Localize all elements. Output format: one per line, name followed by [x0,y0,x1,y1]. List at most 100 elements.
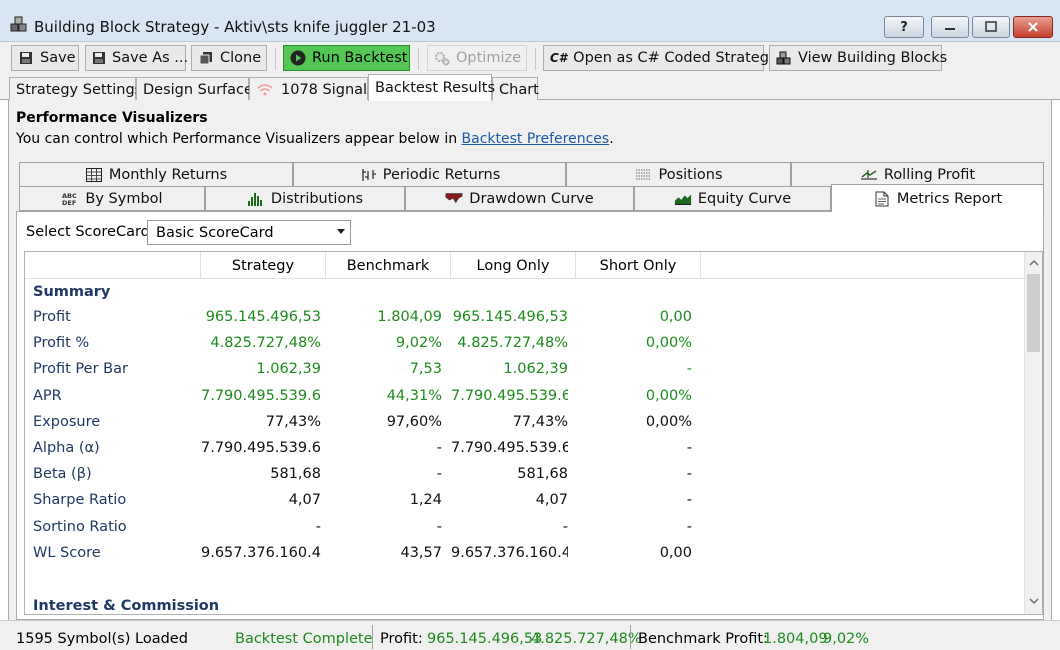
table-row[interactable]: Beta (β) 581,68 - 581,68 - [25,462,1025,488]
tab-positions[interactable]: Positions [566,162,791,187]
clone-label: Clone [220,50,262,66]
cell-strategy: 581,68 [270,466,321,483]
cell-long-only: 1.062,39 [503,361,568,378]
tab-metrics-report-label: Metrics Report [896,190,1003,207]
scroll-down-icon[interactable] [1025,592,1042,610]
status-benchmark-label: Benchmark Profit: [638,631,768,647]
table-row[interactable]: Exposure 77,43% 97,60% 77,43% 0,00% [25,410,1025,436]
cell-long-only: 965.145.496,53 [452,309,568,325]
cell-long-only: 4,07 [535,492,568,509]
cell-long-only: 7.790.495.539.628 [451,387,568,404]
open-csharp-button[interactable]: C# Open as C# Coded Strategy [543,45,778,71]
save-button[interactable]: Save [11,45,79,71]
tab-positions-label: Positions [658,166,723,183]
backtest-preferences-link[interactable]: Backtest Preferences [462,131,610,147]
header-label-column [25,252,201,279]
calendar-grid-icon [85,167,103,183]
status-backtest-state: Backtest Complete [235,631,373,647]
toolbar-separator [275,48,276,70]
list-lines-icon [634,167,652,183]
scroll-up-icon[interactable] [1025,254,1042,272]
table-row[interactable]: Profit % 4.825.727,48% 9,02% 4.825.727,48% 0… [25,331,1025,357]
table-header: Strategy Benchmark Long Only Short Only [25,252,1025,279]
table-row[interactable]: Profit 965.145.496,53 1.804,09 965.145.496,… [25,305,1025,331]
metric-label: Profit [33,309,71,325]
cell-short-only: 0,00 [659,544,692,561]
tab-by-symbol[interactable]: ABC DEF By Symbol [19,186,205,211]
floppy-disk-icon [18,50,34,66]
tab-backtest-results[interactable]: Backtest Results [368,74,495,101]
maximize-icon [985,21,997,32]
view-building-blocks-label: View Building Blocks [798,50,948,66]
play-icon [290,50,306,66]
rolling-chart-icon [860,167,878,183]
view-building-blocks-button[interactable]: View Building Blocks [769,45,947,71]
tab-distributions[interactable]: Distributions [205,186,405,211]
chevron-down-icon [337,229,345,234]
tab-metrics-report[interactable]: Metrics Report [831,184,1044,212]
clone-button[interactable]: Clone [191,45,267,71]
maximize-button[interactable] [972,16,1010,38]
tab-monthly-returns-label: Monthly Returns [108,166,228,183]
tab-drawdown-curve-label: Drawdown Curve [469,190,594,207]
table-row[interactable]: APR 7.790.495.539.628 44,31% 7.790.495.539.… [25,384,1025,410]
run-backtest-button[interactable]: Run Backtest [283,45,410,71]
metric-label: Profit Per Bar [33,361,128,378]
status-separator [372,625,373,649]
header-long-only[interactable]: Long Only [451,252,576,279]
vertical-scrollbar[interactable] [1024,252,1042,614]
floppy-disk-icon [92,50,106,66]
close-button[interactable] [1013,16,1053,38]
tab-design-surface-label: Design Surface [143,81,253,98]
scorecard-value: Basic ScoreCard [156,224,274,241]
tab-chart[interactable]: Chart [492,77,539,101]
tab-periodic-returns[interactable]: Periodic Returns [293,162,566,187]
cell-strategy: 4,07 [288,492,321,509]
optimize-button[interactable]: Optimize [427,45,527,71]
cell-strategy: 4.825.727,48% [210,335,321,352]
minimize-button[interactable] [931,16,969,38]
tab-design-surface[interactable]: Design Surface [136,77,253,101]
section-interest-commission: Interest & Commission [33,598,220,614]
scorecard-select[interactable]: Basic ScoreCard [147,220,351,245]
close-icon [1028,22,1038,32]
cell-short-only: - [686,361,692,378]
tab-equity-curve[interactable]: Equity Curve [634,186,831,211]
building-blocks-icon [10,16,28,34]
cell-benchmark: 97,60% [386,413,442,430]
metrics-report-panel: Select ScoreCard: Basic ScoreCard Strate… [16,211,1044,620]
cell-long-only: 4.825.727,48% [457,335,568,352]
building-blocks-icon [776,50,792,66]
tab-drawdown-curve[interactable]: Drawdown Curve [405,186,634,211]
table-row[interactable]: Profit Per Bar 1.062,39 7,53 1.062,39 - [25,357,1025,383]
equity-area-icon [674,191,692,207]
cell-long-only: 581,68 [517,466,568,483]
cell-strategy: 9.657.376.160.419 [201,544,321,561]
tab-monthly-returns[interactable]: Monthly Returns [19,162,293,187]
metrics-table: Strategy Benchmark Long Only Short Only … [24,251,1043,615]
cell-long-only: 9.657.376.160.419 [451,544,568,561]
header-short-only[interactable]: Short Only [576,252,701,279]
tab-strategy-settings[interactable]: Strategy Settings [9,77,142,101]
scrollbar-thumb[interactable] [1027,274,1040,352]
header-strategy[interactable]: Strategy [201,252,326,279]
save-label: Save [40,50,76,66]
table-row[interactable]: Alpha (α)7.790.495.539.628-7.790.495.539… [25,436,1025,462]
cell-benchmark: 44,31% [386,387,442,404]
table-row[interactable]: Sortino Ratio - - - - [25,515,1025,541]
help-button[interactable]: ? [884,16,924,38]
tab-signals-label: 1078 Signals [281,81,375,98]
status-benchmark-value: 1.804,09 [763,631,828,647]
table-row[interactable]: WL Score 9.657.376.160.419 43,57 9.657.376.… [25,541,1025,567]
cell-short-only: - [686,518,692,535]
tab-signals[interactable]: 1078 Signals [249,77,375,101]
save-as-button[interactable]: Save As ... [85,45,188,71]
tab-by-symbol-label: By Symbol [85,190,163,207]
table-row[interactable]: Sharpe Ratio 4,07 1,24 4,07 - [25,488,1025,514]
copy-icon [198,50,214,66]
tab-periodic-returns-label: Periodic Returns [382,166,501,183]
header-benchmark[interactable]: Benchmark [326,252,451,279]
visualizers-title: Performance Visualizers [16,110,208,126]
cell-strategy: 965.145.496,53 [205,309,321,325]
wifi-icon [256,83,274,97]
